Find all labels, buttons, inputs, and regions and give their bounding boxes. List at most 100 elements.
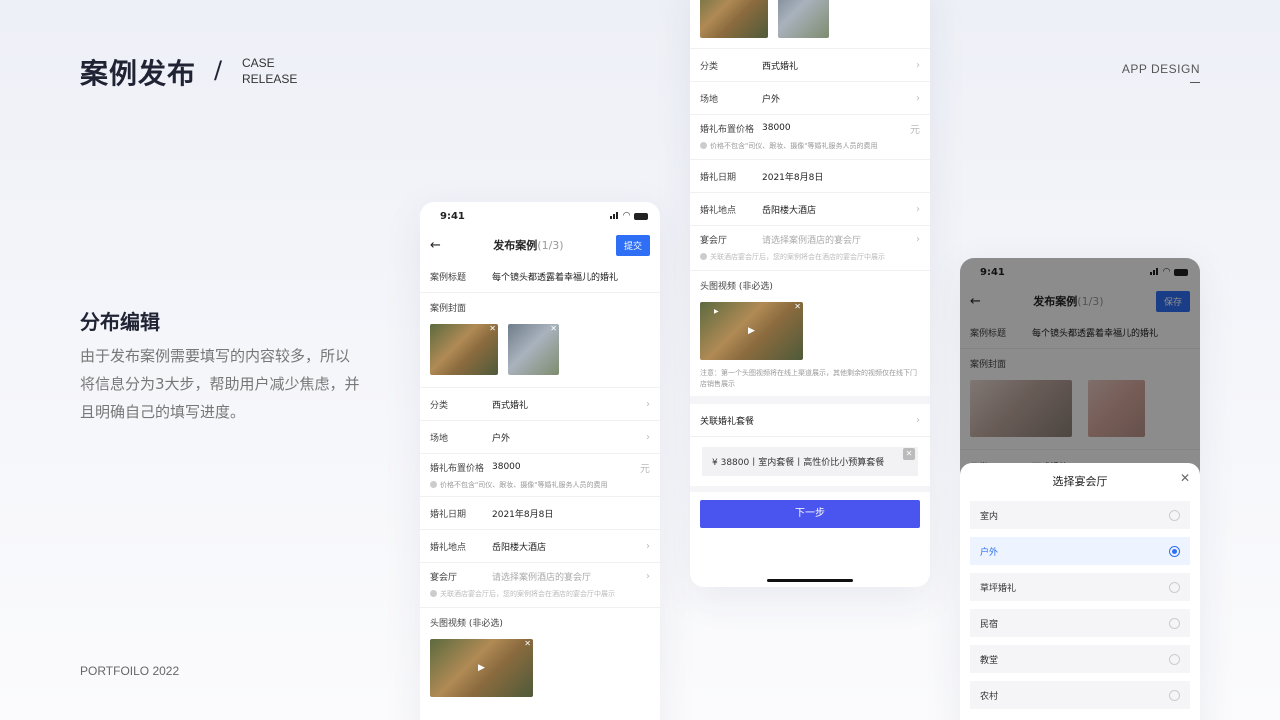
price-note: 价格不包含"司仪、跟妆、摄像"等婚礼服务人员的费用 [430,480,650,496]
row-label: 宴会厅 [700,235,728,246]
radio-icon[interactable] [1169,581,1180,593]
hall-placeholder: 请选择案例酒店的宴会厅 [492,572,592,583]
cover-section: 案例封面 ✕ ✕ [420,293,660,388]
video-section: 头图视频 (非必选) ▶ ▶ ✕ 注意：第一个头图视频将在线上渠道展示，其他剩余的视… [690,271,930,396]
close-icon[interactable]: ✕ [489,325,496,333]
chevron-right-icon: › [646,540,650,552]
row-label: 婚礼布置价格 [430,463,485,474]
video-tag: ▶ [714,308,719,315]
package-value: ¥ 38800丨室内套餐丨高性价比小预算套餐 [712,458,885,468]
category-row[interactable]: 分类 西式婚礼 › [690,49,930,82]
hall-option[interactable]: 民宿 [970,609,1190,637]
cover-image-1[interactable] [700,0,768,38]
hall-option[interactable]: 农村 [970,681,1190,709]
video-note: 注意：第一个头图视频将在线上渠道展示，其他剩余的视频仅在线下门店销售展示 [700,369,917,388]
row-label: 婚礼日期 [430,509,467,520]
chevron-right-icon: › [916,414,920,426]
place-value: 岳阳楼大酒店 [492,542,547,553]
nav-title: 发布案例(1/3) [493,239,564,252]
chevron-right-icon: › [916,233,920,245]
place-row[interactable]: 婚礼地点 岳阳楼大酒店 › [420,530,660,563]
section-divider [690,396,930,404]
hall-option-selected[interactable]: 户外 [970,537,1190,565]
hall-option[interactable]: 草坪婚礼 [970,573,1190,601]
close-icon[interactable]: ✕ [794,303,801,311]
play-icon[interactable]: ▶ [478,663,485,673]
price-note: 价格不包含"司仪、跟妆、摄像"等婚礼服务人员的费用 [700,141,920,159]
next-step-button[interactable]: 下一步 [700,500,920,528]
info-icon [700,253,707,260]
price-value: 38000 [492,462,521,472]
portfolio-label: PORTFOILO 2022 [80,664,180,678]
date-value: 2021年8月8日 [492,509,554,520]
radio-checked-icon[interactable] [1169,545,1180,557]
info-icon [700,142,707,149]
category-value: 西式婚礼 [492,400,529,411]
date-row[interactable]: 婚礼日期 2021年8月8日 [690,160,930,193]
case-release-caption: CASE RELEASE [242,55,297,87]
status-time: 9:41 [440,210,465,222]
chevron-right-icon: › [646,398,650,410]
radio-icon[interactable] [1169,653,1180,665]
row-label: 场地 [700,94,719,105]
info-icon [430,590,437,597]
category-row[interactable]: 分类 西式婚礼 › [420,388,660,421]
hall-option[interactable]: 室内 [970,501,1190,529]
radio-icon[interactable] [1169,509,1180,521]
phone-step1-scrolled: 分类 西式婚礼 › 场地 户外 › 婚礼布置价格 38000 元 价格不包含"司仪、跟妆、摄… [690,0,930,587]
chevron-right-icon: › [646,570,650,582]
video-label: 头图视频 (非必选) [430,619,503,629]
venue-row[interactable]: 场地 户外 › [420,421,660,454]
cover-image-2[interactable] [778,0,829,38]
cover-image-2[interactable]: ✕ [508,324,559,375]
cover-image-1[interactable]: ✕ [430,324,498,375]
close-icon[interactable]: ✕ [903,448,915,460]
video-section: 头图视频 (非必选) ▶ ✕ [420,608,660,705]
price-row[interactable]: 婚礼布置价格 38000 元 [700,115,920,141]
app-design-label: APP DESIGN [1121,62,1200,76]
battery-icon [634,212,648,220]
radio-icon[interactable] [1169,689,1180,701]
package-row[interactable]: 关联婚礼套餐 › [690,404,930,437]
video-thumbnail[interactable]: ▶ ✕ [430,639,533,697]
hall-row[interactable]: 宴会厅 请选择案例酒店的宴会厅 › [430,563,650,589]
section-title: 分布编辑 [80,310,160,334]
page-title: 案例发布 [80,57,197,90]
info-icon [430,481,437,488]
nav-bar: ← 发布案例(1/3) 提交 [420,230,660,260]
hall-note: 关联酒店宴会厅后，您的案例将会在酒店的宴会厅中展示 [700,252,920,270]
row-label: 婚礼地点 [700,205,737,216]
price-row[interactable]: 婚礼布置价格 38000 元 [430,454,650,480]
row-label: 婚礼地点 [430,542,467,553]
video-thumbnail[interactable]: ▶ ▶ ✕ [700,302,803,360]
hall-row[interactable]: 宴会厅 请选择案例酒店的宴会厅 › [700,226,920,252]
venue-row[interactable]: 场地 户外 › [690,82,930,115]
case-title-row[interactable]: 案例标题 每个镜头都透露着幸福儿的婚礼 [420,260,660,293]
close-icon[interactable]: ✕ [524,640,531,648]
radio-icon[interactable] [1169,617,1180,629]
price-block: 婚礼布置价格 38000 元 价格不包含"司仪、跟妆、摄像"等婚礼服务人员的费用 [420,454,660,497]
package-card[interactable]: ¥ 38800丨室内套餐丨高性价比小预算套餐 ✕ [702,447,918,476]
hall-note: 关联酒店宴会厅后，您的案例将会在酒店的宴会厅中展示 [430,589,650,607]
case-title-value: 每个镜头都透露着幸福儿的婚礼 [492,272,619,283]
back-arrow-icon[interactable]: ← [430,238,441,253]
close-icon[interactable]: ✕ [1180,471,1190,485]
submit-button[interactable]: 提交 [615,234,650,256]
row-label: 分类 [430,400,449,411]
venue-value: 户外 [492,433,511,444]
place-row[interactable]: 婚礼地点 岳阳楼大酒店 › [690,193,930,226]
signal-icon [610,211,619,222]
row-label: 婚礼布置价格 [700,124,755,135]
status-bar: 9:41 ◠ [420,202,660,230]
play-icon[interactable]: ▶ [748,326,755,336]
chevron-right-icon: › [916,59,920,71]
hall-option[interactable]: 教堂 [970,645,1190,673]
row-label: 案例标题 [430,272,467,283]
phone-step1: 9:41 ◠ ← 发布案例(1/3) 提交 案例标题 每个镜头都透露着幸福儿的婚礼… [420,202,660,720]
row-label: 分类 [700,61,719,72]
date-row[interactable]: 婚礼日期 2021年8月8日 [420,497,660,530]
hall-picker-sheet: 选择宴会厅 ✕ 室内 户外 草坪婚礼 民宿 教堂 农村 [960,463,1200,720]
hall-placeholder: 请选择案例酒店的宴会厅 [762,235,862,246]
close-icon[interactable]: ✕ [550,325,557,333]
sheet-title: 选择宴会厅 ✕ [1052,471,1191,488]
